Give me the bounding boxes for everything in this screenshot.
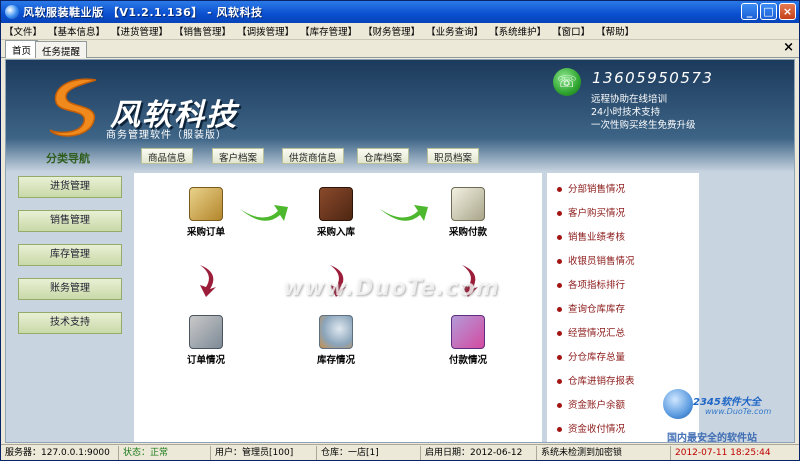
phone-number: 13605950573	[592, 69, 714, 87]
report-item[interactable]: 仓库进销存报表	[557, 373, 635, 387]
minimize-button[interactable]: _	[741, 3, 758, 20]
tab-task-reminder[interactable]: 任务提醒	[35, 41, 88, 58]
bullet-icon	[557, 283, 562, 288]
report-item[interactable]: 分部销售情况	[557, 181, 625, 195]
mascot-icon	[663, 389, 693, 419]
report-item[interactable]: 收银员销售情况	[557, 253, 635, 267]
nav-purchase-mgmt[interactable]: 进货管理	[18, 176, 122, 198]
tab-bar: 首页 任务提醒 ×	[1, 40, 799, 58]
arrow-right-icon	[380, 205, 428, 221]
nav-inventory-mgmt[interactable]: 库存管理	[18, 244, 122, 266]
report-item[interactable]: 资金账户余额	[557, 397, 625, 411]
bullet-icon	[557, 259, 562, 264]
status-lock: 系统未检测到加密锁	[537, 445, 671, 460]
tab-close-icon[interactable]: ×	[783, 40, 794, 55]
bullet-icon	[557, 355, 562, 360]
order-worker-icon	[189, 315, 223, 349]
arrow-right-icon	[240, 205, 288, 221]
service-line: 远程协助在线培训	[591, 94, 668, 105]
quick-supplier-info[interactable]: 供货商信息	[282, 148, 344, 164]
menu-sales[interactable]: 【销售管理】	[174, 24, 231, 38]
quick-customer-file[interactable]: 客户档案	[212, 148, 265, 164]
bullet-icon	[557, 211, 562, 216]
report-item[interactable]: 分仓库存总量	[557, 349, 625, 363]
duote-watermark: www.DuoTe.com	[283, 276, 500, 301]
purchase-flow-panel: 采购订单 采购入库 采购付款 订单情况 库存情况 付款情况	[134, 173, 542, 442]
delivery-truck-icon	[319, 187, 353, 221]
menu-query[interactable]: 【业务查询】	[426, 24, 483, 38]
menu-help[interactable]: 【帮助】	[596, 24, 634, 38]
menu-bar: 【文件】 【基本信息】 【进货管理】 【销售管理】 【调拨管理】 【库存管理】 …	[1, 23, 799, 40]
status-server: 服务器：127.0.0.1:9000	[1, 445, 119, 460]
menu-basic-info[interactable]: 【基本信息】	[48, 24, 105, 38]
nav-tech-support[interactable]: 技术支持	[18, 312, 122, 334]
bullet-icon	[557, 307, 562, 312]
quick-product-info[interactable]: 商品信息	[141, 148, 194, 164]
menu-inventory[interactable]: 【库存管理】	[300, 24, 357, 38]
status-warehouse: 仓库：一店[1]	[317, 445, 421, 460]
status-bar: 服务器：127.0.0.1:9000 状态：正常 用户：管理员[100] 仓库：…	[1, 444, 799, 460]
flow-order-status[interactable]: 订单情况	[178, 315, 234, 366]
service-line: 24小时技术支持	[591, 107, 661, 118]
order-clipboard-icon	[189, 187, 223, 221]
quick-staff-file[interactable]: 职员档案	[427, 148, 480, 164]
bullet-icon	[557, 187, 562, 192]
bullet-icon	[557, 331, 562, 336]
menu-finance[interactable]: 【财务管理】	[363, 24, 420, 38]
watermark-site: www.DuoTe.com	[705, 407, 772, 416]
status-enable-date: 启用日期：2012-06-12	[421, 445, 537, 460]
report-item[interactable]: 各项指标排行	[557, 277, 625, 291]
nav-title: 分类导航	[46, 152, 90, 165]
bullet-icon	[557, 403, 562, 408]
arrow-down-icon	[200, 265, 216, 297]
maximize-button[interactable]: □	[760, 3, 777, 20]
report-item[interactable]: 销售业绩考核	[557, 229, 625, 243]
menu-file[interactable]: 【文件】	[4, 24, 42, 38]
flow-payment-status[interactable]: 付款情况	[440, 315, 496, 366]
window-title: 风软服装鞋业版 【V1.2.1.136】 - 风软科技	[23, 6, 263, 19]
tab-home[interactable]: 首页	[5, 40, 39, 58]
flow-purchase-receipt[interactable]: 采购入库	[308, 187, 364, 238]
menu-transfer[interactable]: 【调拨管理】	[237, 24, 294, 38]
nav-sales-mgmt[interactable]: 销售管理	[18, 210, 122, 232]
chart-screen-icon	[451, 315, 485, 349]
status-state: 状态：正常	[119, 445, 211, 460]
flow-inventory-status[interactable]: 库存情况	[308, 315, 364, 366]
logo-s-icon	[49, 78, 97, 137]
flow-purchase-order[interactable]: 采购订单	[178, 187, 234, 238]
watermark-brand: 2345软件大全	[693, 397, 761, 408]
nav-accounts-mgmt[interactable]: 账务管理	[18, 278, 122, 300]
watermark-slogan: 国内最安全的软件站	[667, 433, 757, 444]
quick-warehouse-file[interactable]: 仓库档案	[357, 148, 410, 164]
menu-window[interactable]: 【窗口】	[552, 24, 590, 38]
report-item[interactable]: 客户购买情况	[557, 205, 625, 219]
status-datetime: 2012-07-11 18:25:44	[675, 447, 771, 458]
brand-subtitle: 商务管理软件（服装版）	[106, 130, 227, 141]
app-icon	[5, 5, 19, 19]
bullet-icon	[557, 427, 562, 432]
magnifier-inventory-icon	[319, 315, 353, 349]
status-user: 用户：管理员[100]	[211, 445, 317, 460]
corner-watermark: 2345软件大全 www.DuoTe.com 国内最安全的软件站	[663, 389, 799, 445]
phone-icon: ☏	[553, 68, 581, 96]
title-bar[interactable]: 风软服装鞋业版 【V1.2.1.136】 - 风软科技 _ □ ×	[1, 1, 799, 23]
report-item[interactable]: 经营情况汇总	[557, 325, 625, 339]
payment-ledger-icon	[451, 187, 485, 221]
home-content: 风软科技 商务管理软件（服装版） ☏ 13605950573 远程协助在线培训 …	[5, 59, 795, 443]
flow-purchase-payment[interactable]: 采购付款	[440, 187, 496, 238]
menu-system[interactable]: 【系统维护】	[489, 24, 546, 38]
bullet-icon	[557, 235, 562, 240]
menu-purchase[interactable]: 【进货管理】	[111, 24, 168, 38]
close-button[interactable]: ×	[779, 3, 796, 20]
report-item[interactable]: 查询仓库库存	[557, 301, 625, 315]
app-window: 风软服装鞋业版 【V1.2.1.136】 - 风软科技 _ □ × 【文件】 【…	[0, 0, 800, 461]
report-item[interactable]: 资金收付情况	[557, 421, 625, 435]
service-line: 一次性购买终生免费升级	[591, 120, 696, 131]
bullet-icon	[557, 379, 562, 384]
